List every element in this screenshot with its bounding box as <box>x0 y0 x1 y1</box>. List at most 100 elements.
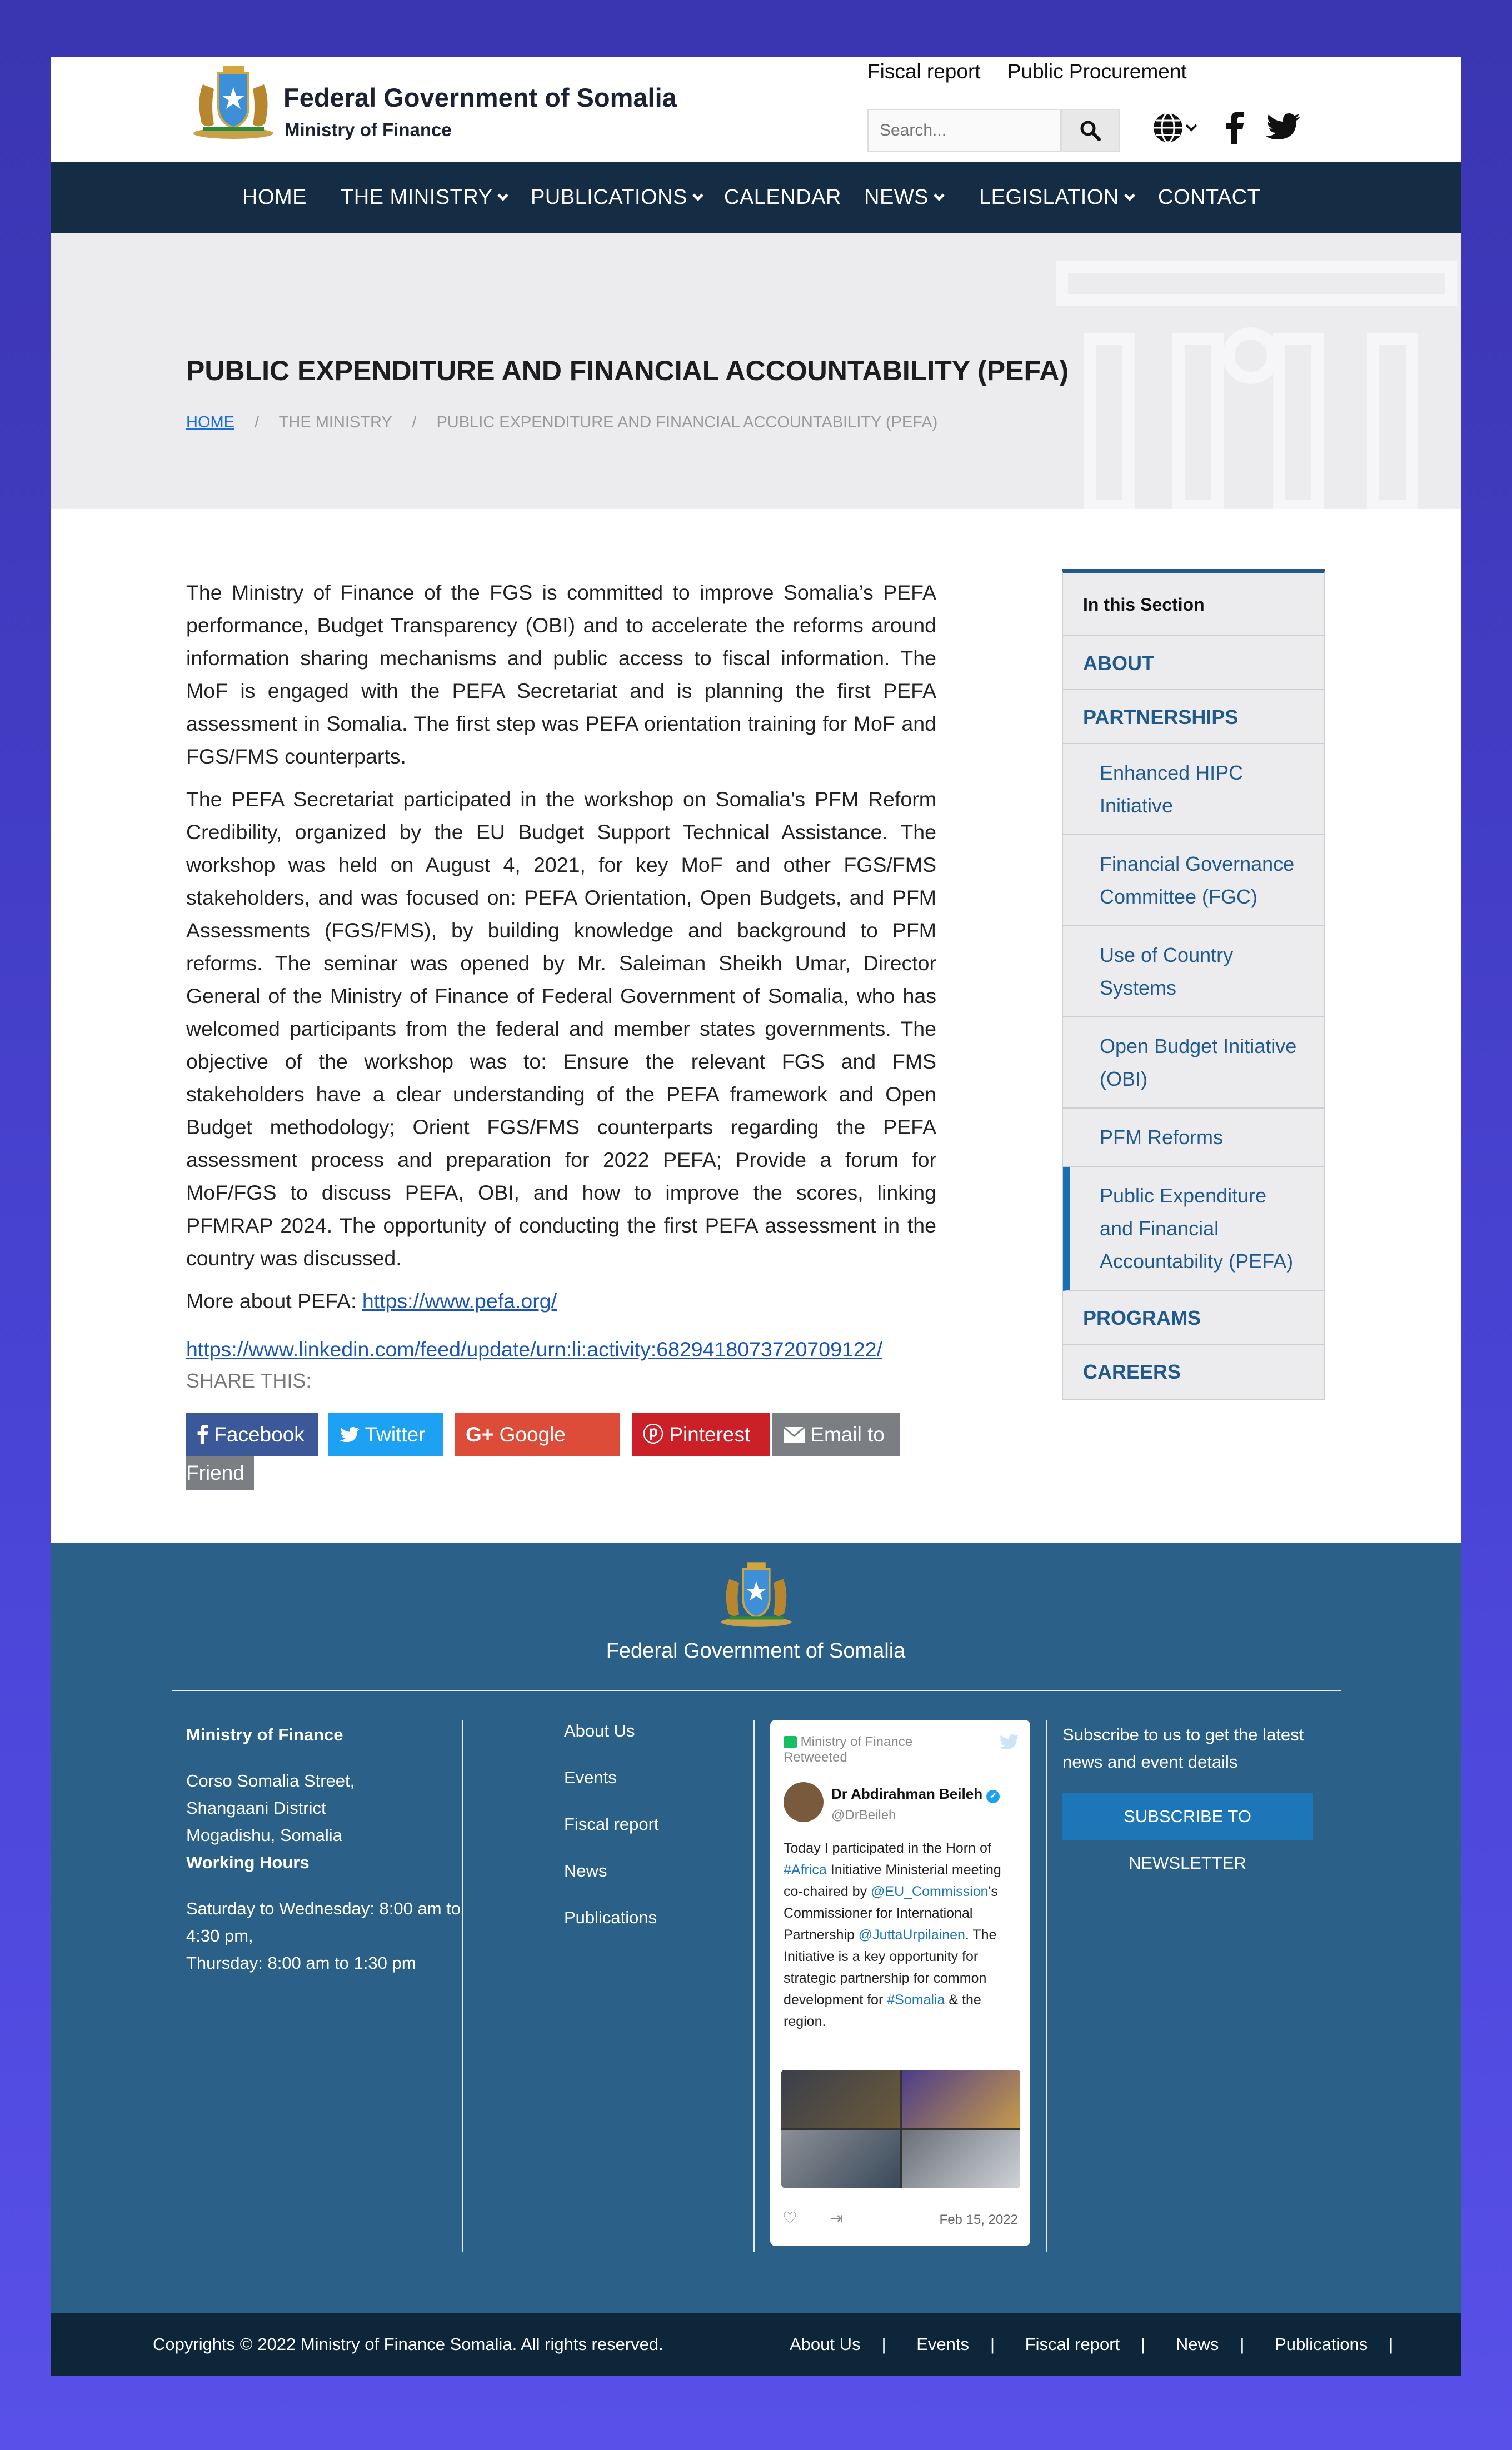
linkedin-link[interactable]: https://www.linkedin.com/feed/update/urn… <box>186 1338 882 1361</box>
sidebar-item-about[interactable]: ABOUT <box>1063 636 1324 690</box>
footer-address-line: Corso Somalia Street, <box>186 1771 355 1790</box>
article-paragraph: The PEFA Secretariat participated in the… <box>186 787 936 1270</box>
mention-link[interactable]: @EU_Commission <box>871 1884 989 1899</box>
sidebar-item-careers[interactable]: CAREERS <box>1063 1345 1324 1399</box>
pefa-link[interactable]: https://www.pefa.org/ <box>362 1289 557 1313</box>
sidebar-subitem-pefa[interactable]: Public Expenditure and Financial Account… <box>1063 1167 1324 1291</box>
bottom-link-news[interactable]: News <box>1176 2334 1219 2354</box>
footer-coat-of-arms-logo <box>721 1562 792 1627</box>
chevron-down-icon <box>1124 190 1135 201</box>
coat-of-arms-logo[interactable] <box>186 62 281 143</box>
tweet-photo-grid[interactable] <box>781 2070 1020 2188</box>
footer-title: Federal Government of Somalia <box>606 1639 906 1663</box>
avatar <box>784 1782 824 1822</box>
bottom-bar: Copyrights © 2022 Ministry of Finance So… <box>51 2313 1461 2376</box>
nav-contact[interactable]: CONTACT <box>1158 162 1260 233</box>
copyright: Copyrights © 2022 Ministry of Finance So… <box>153 2334 663 2354</box>
article-body: The Ministry of Finance of the FGS is co… <box>186 576 936 1376</box>
page-frame: Federal Government of Somalia Ministry o… <box>51 57 1461 2376</box>
chevron-down-icon <box>497 190 509 201</box>
sidebar-subitem-obi[interactable]: Open Budget Initiative (OBI) <box>1063 1017 1324 1109</box>
header-twitter-link[interactable] <box>1264 108 1303 148</box>
footer-hours-line: Thursday: 8:00 am to 1:30 pm <box>186 1953 416 1973</box>
search-button[interactable] <box>1061 109 1120 152</box>
google-plus-icon: G+ <box>466 1423 494 1446</box>
nav-the-ministry[interactable]: THE MINISTRY <box>341 162 509 233</box>
share-label: SHARE THIS: <box>186 1369 312 1392</box>
nav-calendar[interactable]: CALENDAR <box>724 162 841 233</box>
sidebar-subitem-fgc[interactable]: Financial Governance Committee (FGC) <box>1063 835 1324 926</box>
footer-link-about[interactable]: About Us <box>564 1721 659 1768</box>
sidebar-subitem-country-systems[interactable]: Use of Country Systems <box>1063 926 1324 1017</box>
twitter-embed[interactable]: Ministry of Finance Retweeted Dr Abdirah… <box>770 1720 1030 2246</box>
share-email-button-wrap[interactable]: Friend <box>186 1456 254 1490</box>
share-icon[interactable]: ⇥ <box>830 2209 843 2227</box>
breadcrumb-the-ministry[interactable]: THE MINISTRY <box>279 413 392 431</box>
mention-link[interactable]: @JuttaUrpilainen <box>859 1927 965 1943</box>
breadcrumb: HOME / THE MINISTRY / PUBLIC EXPENDITURE… <box>186 413 938 431</box>
hashtag-link[interactable]: #Africa <box>784 1862 827 1878</box>
language-selector[interactable] <box>1150 108 1200 148</box>
header-facebook-link[interactable] <box>1221 108 1249 148</box>
chevron-down-icon <box>1185 124 1197 132</box>
footer-link-news[interactable]: News <box>564 1861 659 1908</box>
like-icon[interactable]: ♡ <box>782 2209 797 2228</box>
site-footer: Federal Government of Somalia Ministry o… <box>51 1543 1461 2313</box>
top-link-public-procurement[interactable]: Public Procurement <box>1007 60 1187 83</box>
main-nav: HOME THE MINISTRY PUBLICATIONS CALENDAR … <box>51 162 1461 233</box>
footer-hours-line: Saturday to Wednesday: 8:00 am to <box>186 1899 461 1918</box>
top-link-fiscal-report[interactable]: Fiscal report <box>867 60 981 83</box>
footer-hours-line: 4:30 pm, <box>186 1926 253 1945</box>
share-google-plus-button[interactable]: G+ Google Plus <box>455 1413 620 1490</box>
bottom-link-fiscal-report[interactable]: Fiscal report <box>1025 2334 1120 2354</box>
brand-subtitle: Ministry of Finance <box>285 119 452 140</box>
twitter-icon <box>1266 113 1300 139</box>
article-paragraph: The Ministry of Finance of the FGS is co… <box>186 581 936 768</box>
tweet-date[interactable]: Feb 15, 2022 <box>940 2212 1018 2228</box>
linkedin-line: https://www.linkedin.com/feed/update/urn… <box>186 1333 936 1366</box>
search-input[interactable] <box>867 109 1061 152</box>
footer-org-name: Ministry of Finance <box>186 1725 343 1744</box>
share-email-button[interactable]: Email to a <box>772 1413 900 1490</box>
tweet-author[interactable]: Dr Abdirahman Beileh ✓ <box>831 1785 1000 1803</box>
sidebar-item-partnerships[interactable]: PARTNERSHIPS <box>1063 690 1324 744</box>
sidebar-subitem-pfm-reforms[interactable]: PFM Reforms <box>1063 1109 1324 1167</box>
page-title: PUBLIC EXPENDITURE AND FINANCIAL ACCOUNT… <box>186 355 1069 386</box>
site-header: Federal Government of Somalia Ministry o… <box>51 57 1461 162</box>
bottom-link-publications[interactable]: Publications <box>1275 2334 1368 2354</box>
bottom-link-events[interactable]: Events <box>916 2334 969 2354</box>
twitter-icon <box>340 1427 360 1443</box>
breadcrumb-home[interactable]: HOME <box>186 413 234 431</box>
footer-contact: Ministry of Finance Corso Somalia Street… <box>186 1721 461 1977</box>
verified-badge-icon: ✓ <box>986 1790 1000 1803</box>
footer-links: About Us Events Fiscal report News Publi… <box>564 1721 659 1954</box>
subscribe-text: Subscribe to us to get the latest news a… <box>1062 1725 1304 1772</box>
chevron-down-icon <box>692 190 703 201</box>
top-links: Fiscal report Public Procurement <box>867 60 1208 83</box>
search-icon <box>1080 121 1101 141</box>
sidebar-subitem-enhanced-hipc[interactable]: Enhanced HIPC Initiative <box>1063 744 1324 835</box>
nav-news[interactable]: NEWS <box>864 162 945 233</box>
footer-address-line: Mogadishu, Somalia <box>186 1825 342 1845</box>
retweet-line: Ministry of Finance Retweeted <box>784 1734 913 1765</box>
brand-title[interactable]: Federal Government of Somalia <box>283 82 677 113</box>
sidebar-item-programs[interactable]: PROGRAMS <box>1063 1291 1324 1345</box>
footer-link-publications[interactable]: Publications <box>564 1908 659 1954</box>
footer-link-fiscal-report[interactable]: Fiscal report <box>564 1814 659 1861</box>
footer-divider <box>172 1690 1341 1691</box>
subscribe-button[interactable]: SUBSCRIBE TO NEWSLETTER <box>1062 1793 1313 1873</box>
footer-address-line: Shangaani District <box>186 1798 326 1818</box>
nav-home[interactable]: HOME <box>242 162 307 233</box>
bottom-link-about[interactable]: About Us <box>790 2334 861 2354</box>
nav-legislation[interactable]: LEGISLATION <box>979 162 1135 233</box>
share-twitter-button[interactable]: Twitter <box>328 1413 443 1456</box>
share-facebook-button[interactable]: Facebook <box>186 1413 318 1456</box>
nav-publications[interactable]: PUBLICATIONS <box>531 162 703 233</box>
tweet-handle[interactable]: @DrBeileh <box>831 1808 896 1823</box>
footer-link-events[interactable]: Events <box>564 1768 659 1814</box>
share-pinterest-button[interactable]: ⓟ Pinterest <box>632 1413 770 1456</box>
hashtag-link[interactable]: #Somalia <box>887 1992 945 2008</box>
section-sidebar: In this Section ABOUT PARTNERSHIPS Enhan… <box>1062 569 1325 1400</box>
more-about-pefa: More about PEFA: https://www.pefa.org/ <box>186 1289 557 1313</box>
footer-hours-label: Working Hours <box>186 1853 310 1872</box>
